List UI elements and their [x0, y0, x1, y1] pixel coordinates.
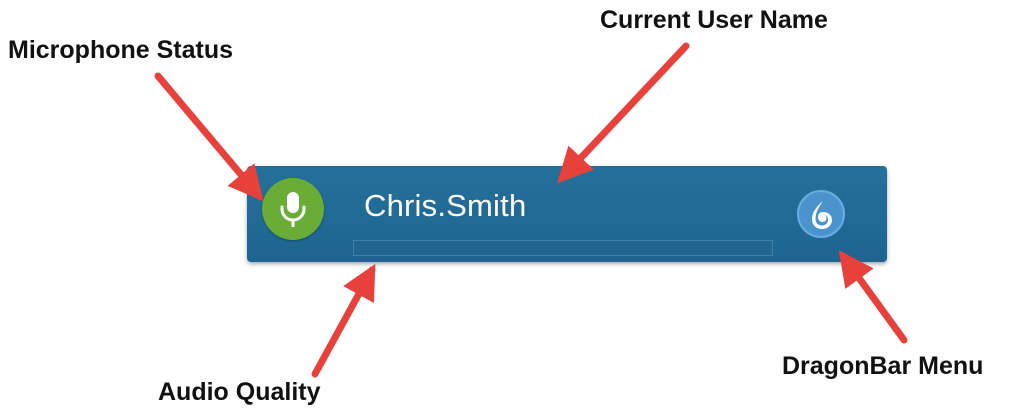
- microphone-status-arrow: [154, 72, 264, 202]
- audio-quality-arrow: [311, 263, 376, 378]
- dragonbar-menu-arrow: [838, 250, 908, 344]
- annotation-arrows: [154, 42, 908, 378]
- current-user-name-arrow: [557, 42, 690, 184]
